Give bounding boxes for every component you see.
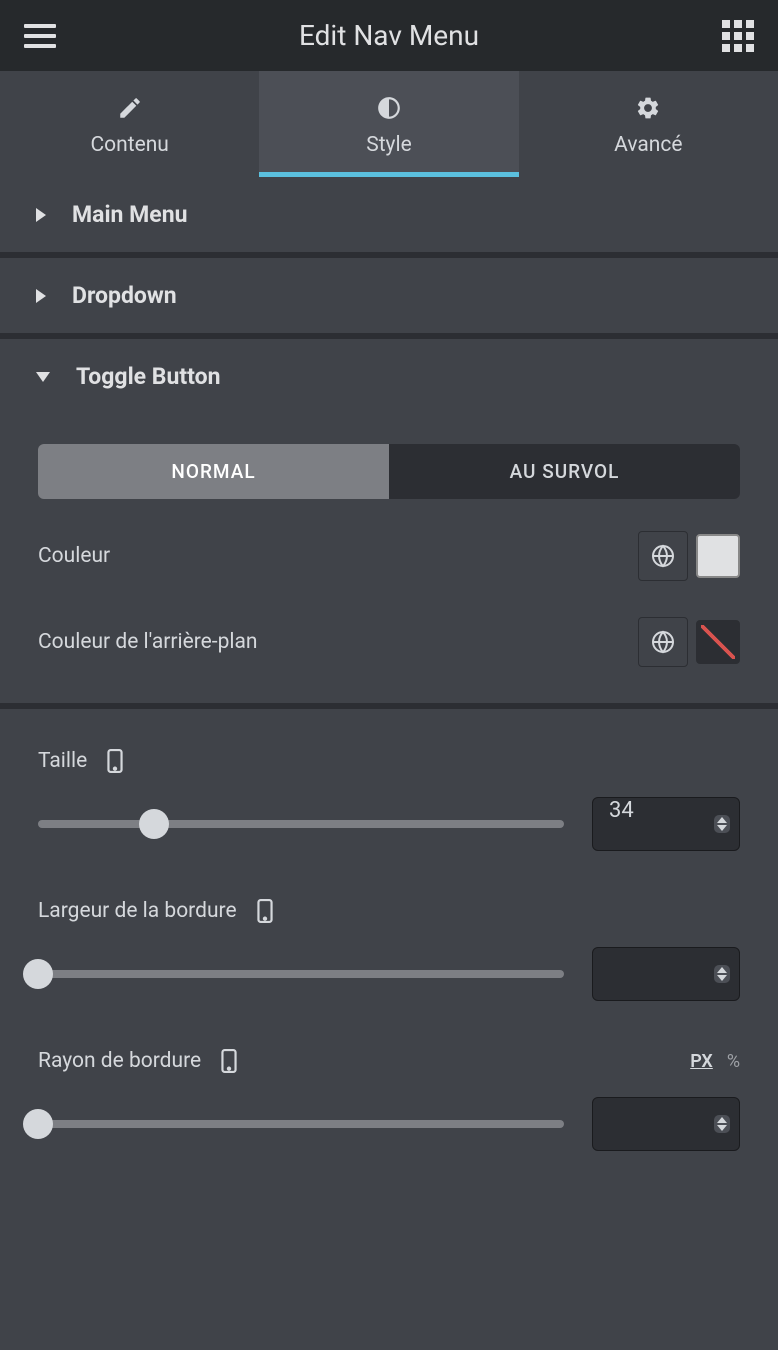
- border-radius-label: Rayon de bordure: [38, 1049, 201, 1073]
- color-swatch[interactable]: [696, 534, 740, 578]
- contrast-icon: [376, 95, 402, 121]
- unit-selector: PX %: [690, 1051, 740, 1072]
- border-radius-slider[interactable]: [38, 1120, 564, 1128]
- mobile-icon[interactable]: [221, 1049, 237, 1073]
- bgcolor-swatch[interactable]: [696, 620, 740, 664]
- globe-icon: [651, 544, 675, 568]
- apps-grid-icon[interactable]: [722, 20, 754, 52]
- border-width-label: Largeur de la bordure: [38, 899, 237, 923]
- border-width-stepper[interactable]: [714, 965, 730, 983]
- section-title: Toggle Button: [76, 363, 221, 390]
- section-dropdown[interactable]: Dropdown: [0, 258, 778, 339]
- caret-right-icon: [36, 289, 46, 303]
- color-row: Couleur: [38, 531, 740, 581]
- size-label: Taille: [38, 749, 87, 773]
- tab-label: Contenu: [90, 133, 168, 157]
- border-radius-stepper[interactable]: [714, 1115, 730, 1133]
- slider-thumb[interactable]: [139, 809, 169, 839]
- global-color-button[interactable]: [638, 531, 688, 581]
- section-title: Dropdown: [72, 282, 177, 309]
- color-label: Couleur: [38, 544, 110, 568]
- size-slider[interactable]: [38, 820, 564, 828]
- mobile-icon[interactable]: [107, 749, 123, 773]
- panel-header: Edit Nav Menu: [0, 0, 778, 71]
- section-body: NORMAL AU SURVOL Couleur Couleur de l'ar…: [0, 414, 778, 1239]
- caret-down-icon: [36, 372, 50, 382]
- tab-style[interactable]: Style: [259, 71, 518, 177]
- global-color-button[interactable]: [638, 617, 688, 667]
- bgcolor-label: Couleur de l'arrière-plan: [38, 630, 258, 654]
- gear-icon: [635, 95, 661, 121]
- pencil-icon: [117, 95, 143, 121]
- border-radius-control: Rayon de bordure PX %: [38, 1049, 740, 1151]
- slider-thumb[interactable]: [23, 1109, 53, 1139]
- section-toggle-button[interactable]: Toggle Button: [0, 339, 778, 414]
- size-control: Taille 34: [38, 749, 740, 851]
- state-toggle: NORMAL AU SURVOL: [38, 444, 740, 499]
- caret-right-icon: [36, 208, 46, 222]
- slider-thumb[interactable]: [23, 959, 53, 989]
- unit-px[interactable]: PX: [690, 1051, 713, 1072]
- tab-label: Style: [366, 133, 412, 157]
- section-main-menu[interactable]: Main Menu: [0, 177, 778, 258]
- section-title: Main Menu: [72, 201, 187, 228]
- panel-title: Edit Nav Menu: [299, 19, 479, 52]
- divider: [0, 703, 778, 709]
- bgcolor-row: Couleur de l'arrière-plan: [38, 617, 740, 667]
- state-hover-button[interactable]: AU SURVOL: [389, 444, 740, 499]
- editor-tabs: Contenu Style Avancé: [0, 71, 778, 177]
- unit-percent[interactable]: %: [727, 1051, 740, 1072]
- tab-content[interactable]: Contenu: [0, 71, 259, 177]
- border-width-control: Largeur de la bordure: [38, 899, 740, 1001]
- tab-label: Avancé: [614, 133, 682, 157]
- state-normal-button[interactable]: NORMAL: [38, 444, 389, 499]
- globe-icon: [651, 630, 675, 654]
- border-width-slider[interactable]: [38, 970, 564, 978]
- tab-advanced[interactable]: Avancé: [519, 71, 778, 177]
- hamburger-menu-icon[interactable]: [24, 24, 56, 48]
- size-stepper[interactable]: [714, 815, 730, 833]
- mobile-icon[interactable]: [257, 899, 273, 923]
